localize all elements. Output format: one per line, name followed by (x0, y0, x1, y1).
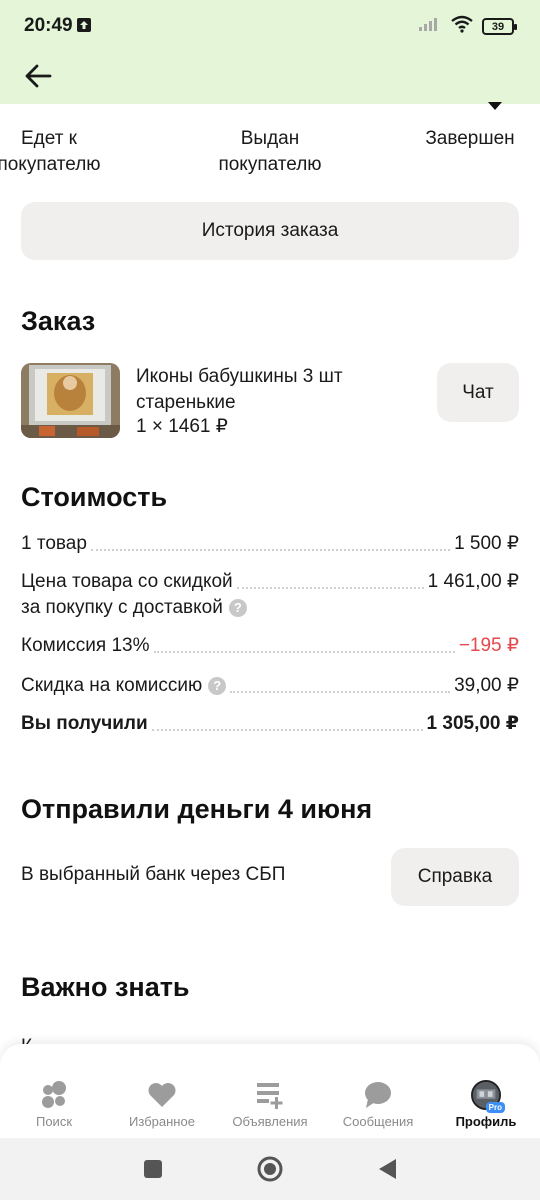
cost-label: 1 товар (21, 533, 87, 554)
dotted-leader (230, 691, 451, 693)
order-item-thumbnail[interactable] (21, 363, 120, 438)
order-item-qty-price: 1 × 1461 ₽ (136, 416, 228, 437)
listings-add-icon (255, 1080, 285, 1110)
order-item-title: Иконы бабушкины 3 шт (136, 366, 343, 387)
signal-icon (418, 16, 442, 37)
nav-item-profile[interactable]: Pro Профиль (432, 1070, 540, 1138)
help-question-icon[interactable]: ? (228, 598, 247, 617)
help-button[interactable]: Справка (391, 848, 519, 906)
help-question-icon[interactable]: ? (208, 676, 227, 695)
home-button[interactable] (255, 1154, 285, 1184)
tracker-step-label: Едет к покупателю (0, 128, 101, 175)
bottom-navigation: Поиск Избранное Объявления Сообщения Pro… (0, 1070, 540, 1138)
payout-method-text: В выбранный банк через СБП (21, 864, 286, 885)
order-item-info[interactable]: Иконы бабушкины 3 шт старенькие 1 × 1461… (136, 364, 343, 438)
cost-row-commission-discount: Скидка на комиссию? 39,00 ₽ (21, 673, 519, 699)
circle-icon (257, 1156, 283, 1182)
arrow-left-icon (25, 64, 52, 88)
nav-label: Сообщения (342, 1114, 414, 1129)
nav-label: Избранное (129, 1114, 195, 1129)
cost-row-received: Вы получили 1 305,00 ₽ (21, 711, 519, 737)
nav-label: Профиль (455, 1114, 517, 1129)
chat-button[interactable]: Чат (437, 363, 519, 422)
chat-bubble-icon (363, 1080, 393, 1110)
cost-value: 1 500 ₽ (454, 533, 519, 554)
cost-value: 39,00 ₽ (454, 675, 519, 696)
cost-label: Цена товара со скидкой (21, 571, 233, 592)
tracker-step-label: Выдан покупателю (218, 128, 322, 175)
profile-avatar-icon: Pro (471, 1080, 505, 1113)
status-time: 20:49 (24, 15, 73, 36)
nav-item-listings[interactable]: Объявления (216, 1070, 324, 1138)
pro-badge: Pro (485, 1102, 505, 1113)
cost-label: Скидка на комиссию? (21, 673, 227, 699)
dotted-leader (236, 587, 424, 589)
order-item-title-continued: старенькие (136, 392, 236, 413)
payout-section-title: Отправили деньги 4 июня (21, 794, 373, 824)
back-button[interactable] (18, 56, 58, 96)
battery-icon: 39 (482, 18, 517, 35)
heart-icon (147, 1080, 177, 1110)
tracker-current-marker-icon (488, 102, 502, 110)
nav-label: Поиск (35, 1114, 73, 1129)
tracker-step-delivering: Едет к покупателю (0, 126, 104, 178)
dotted-leader (90, 549, 451, 551)
search-dots-icon (39, 1080, 69, 1110)
back-nav-button[interactable] (372, 1154, 402, 1184)
cost-label: Вы получили (21, 713, 148, 734)
cost-row-commission: Комиссия 13% −195 ₽ (21, 633, 519, 659)
tracker-step-delivered: Выдан покупателю (205, 126, 335, 178)
cost-row-discount-price: Цена товара со скидкой 1 461,00 ₽ за пок… (21, 569, 519, 621)
order-history-button[interactable]: История заказа (21, 202, 519, 260)
nav-label: Объявления (232, 1114, 308, 1129)
nav-item-messages[interactable]: Сообщения (324, 1070, 432, 1138)
triangle-back-icon (379, 1159, 396, 1179)
tracker-step-completed: Завершен (417, 126, 523, 152)
status-icons: 39 (418, 15, 517, 38)
cost-label-continued: за покупку с доставкой (21, 597, 223, 618)
status-bar: 20:49 39 (0, 0, 540, 52)
important-section-title: Важно знать (21, 972, 190, 1002)
nav-item-favorites[interactable]: Избранное (108, 1070, 216, 1138)
nav-item-search[interactable]: Поиск (0, 1070, 108, 1138)
cost-section-title: Стоимость (21, 482, 168, 512)
dotted-leader (153, 651, 455, 653)
cost-value: −195 ₽ (458, 635, 519, 656)
cost-value: 1 305,00 ₽ (426, 713, 519, 734)
cost-row-items: 1 товар 1 500 ₽ (21, 531, 519, 557)
top-app-bar: 20:49 39 (0, 0, 540, 104)
dotted-leader (151, 729, 423, 731)
tracker-step-label: Завершен (425, 128, 515, 149)
order-section-title: Заказ (21, 306, 96, 336)
square-icon (144, 1160, 162, 1178)
recents-button[interactable] (138, 1154, 168, 1184)
system-navigation-bar (0, 1138, 540, 1200)
upload-notification-icon (77, 18, 91, 32)
cost-value: 1 461,00 ₽ (427, 571, 519, 592)
wifi-icon (450, 15, 474, 38)
cost-label: Комиссия 13% (21, 635, 150, 656)
